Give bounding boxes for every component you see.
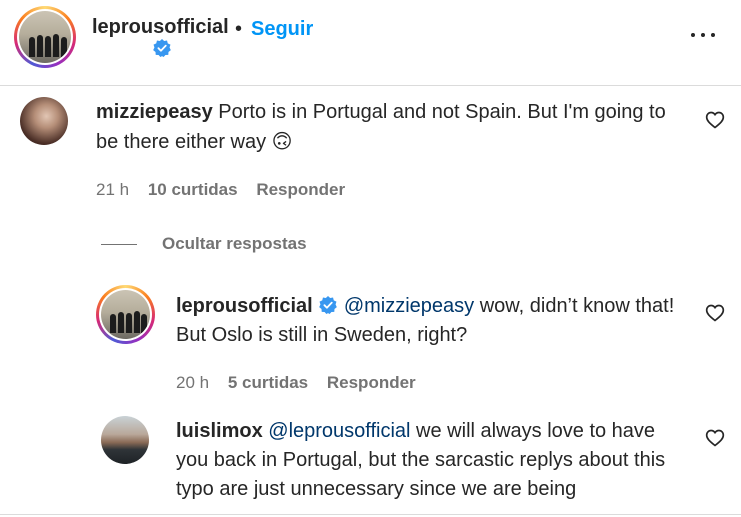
reply-meta: 20 h 5 curtidas Responder [176,373,416,393]
verified-badge-icon [319,296,338,314]
avatar [101,290,150,339]
profile-avatar-ring[interactable] [14,6,76,68]
reply-avatar-ring[interactable] [96,285,155,344]
verified-badge-icon [153,39,171,57]
header-username[interactable]: leprousofficial [92,16,229,39]
bottom-divider [0,514,741,515]
header-separator: • [235,18,243,40]
divider-line [101,244,137,245]
mention-link[interactable]: @leprousofficial [268,420,410,442]
avatar[interactable] [101,416,149,464]
hide-replies-button[interactable]: Ocultar respostas [162,234,307,254]
follow-button[interactable]: Seguir [251,18,313,41]
post-header: leprousofficial • Seguir [0,0,741,86]
reply-body: leprousofficial @mizziepeasy wow, didn’t… [176,292,676,350]
reply-username[interactable]: leprousofficial [176,295,313,317]
more-options-icon[interactable] [690,25,718,45]
reply-button[interactable]: Responder [327,373,416,392]
avatar [19,11,71,63]
comment-likes[interactable]: 10 curtidas [148,180,238,199]
comment-meta: 21 h 10 curtidas Responder [96,180,345,200]
like-heart-icon[interactable] [705,303,725,323]
reply-username[interactable]: luislimox [176,420,263,442]
upside-down-face-emoji: 🙃 [271,129,293,153]
reply-time: 20 h [176,373,210,392]
comment-time: 21 h [96,180,130,199]
like-heart-icon[interactable] [705,428,725,448]
mention-link[interactable]: @mizziepeasy [344,295,474,317]
like-heart-icon[interactable] [705,110,725,130]
reply-likes[interactable]: 5 curtidas [228,373,308,392]
reply-body: luislimox @leprousofficial we will alway… [176,417,676,504]
avatar[interactable] [20,97,68,145]
comment-username[interactable]: mizziepeasy [96,101,213,123]
reply-button[interactable]: Responder [256,180,345,199]
comment-body: mizziepeasy Porto is in Portugal and not… [96,98,676,157]
